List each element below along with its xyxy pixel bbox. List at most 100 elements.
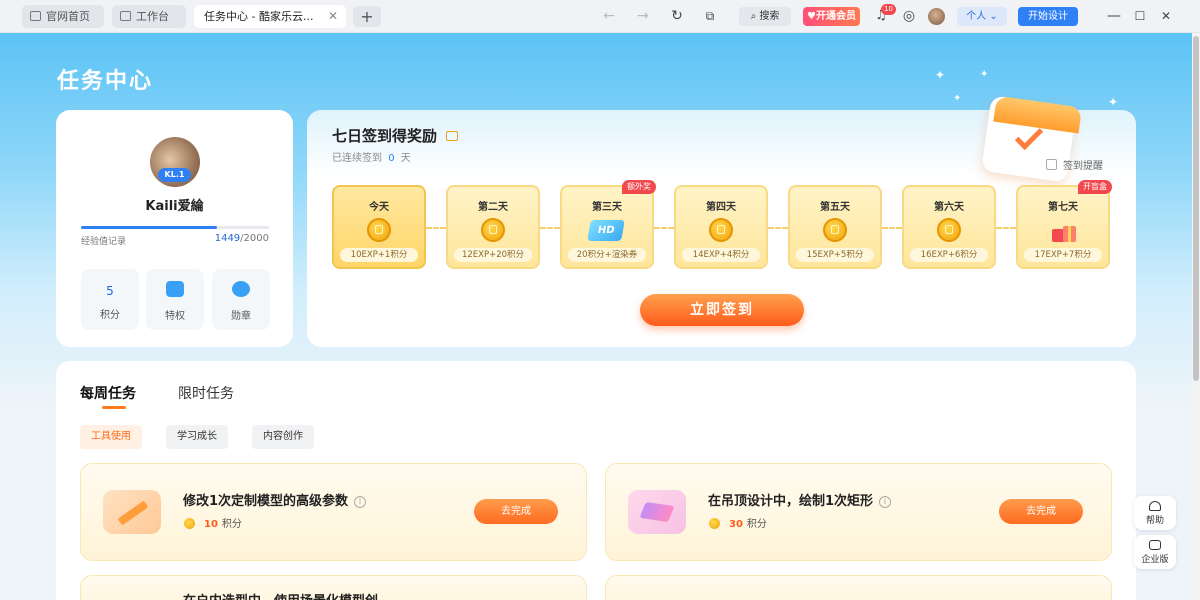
signin-day-6[interactable]: 第六天 16EXP+6积分 bbox=[902, 185, 996, 269]
help-label: 帮助 bbox=[1145, 516, 1164, 526]
vip-button[interactable]: ♥开通会员 bbox=[803, 7, 860, 26]
day-reward: 10EXP+1积分 bbox=[340, 248, 418, 262]
active-tab-indicator bbox=[102, 406, 126, 409]
task-complete-button[interactable]: 去完成 bbox=[474, 499, 558, 524]
signin-day-2[interactable]: 第二天 12EXP+20积分 bbox=[446, 185, 540, 269]
privilege-label: 特权 bbox=[165, 311, 185, 322]
signin-reminder-checkbox[interactable] bbox=[1046, 159, 1057, 170]
day-name: 第二天 bbox=[478, 202, 508, 213]
headset-icon bbox=[1149, 501, 1161, 511]
privilege-stat[interactable]: 特权 bbox=[146, 269, 204, 330]
sparkle-icon: ✦ bbox=[1108, 95, 1119, 109]
day-reward: 14EXP+4积分 bbox=[682, 248, 760, 262]
search-button[interactable]: ⌕ 搜索 bbox=[739, 7, 791, 26]
scrollbar[interactable] bbox=[1192, 33, 1200, 600]
browser-toolbar: 官网首页 工作台 任务中心 - 酷家乐云... ✕ + ← → ↻ ⧉ ⌕ 搜索… bbox=[0, 0, 1200, 33]
info-icon[interactable]: i bbox=[354, 496, 367, 508]
minimize-icon[interactable]: — bbox=[1103, 6, 1125, 26]
avatar[interactable] bbox=[928, 8, 945, 25]
coin-icon bbox=[823, 218, 847, 242]
vip-icon: ♥ bbox=[807, 11, 816, 22]
new-tab-button[interactable]: + bbox=[353, 6, 381, 27]
window-close-icon[interactable]: ✕ bbox=[1155, 6, 1177, 26]
task-points: 10 积分 bbox=[204, 519, 242, 530]
enterprise-label: 企业版 bbox=[1141, 555, 1169, 565]
points-value: 5 bbox=[106, 284, 114, 298]
day-reward: 12EXP+20积分 bbox=[454, 248, 532, 262]
chevron-down-icon: ⌄ bbox=[989, 11, 998, 22]
tab-weekly-tasks[interactable]: 每周任务 bbox=[80, 383, 136, 403]
exp-progress-track bbox=[81, 226, 269, 229]
building-icon bbox=[1149, 540, 1161, 550]
close-icon[interactable]: ✕ bbox=[328, 5, 338, 28]
coin-icon bbox=[709, 218, 733, 242]
day-name: 第七天 bbox=[1048, 202, 1078, 213]
streak-days: 0 bbox=[388, 153, 395, 164]
medal-stat[interactable]: 勋章 bbox=[212, 269, 270, 330]
info-icon[interactable]: i bbox=[879, 496, 892, 508]
gift-box-icon bbox=[1050, 221, 1078, 243]
day-reward: 16EXP+6积分 bbox=[910, 248, 988, 262]
sparkle-icon: ✦ bbox=[953, 93, 962, 104]
tab-limited-tasks[interactable]: 限时任务 bbox=[178, 383, 234, 403]
task-card: 在吊顶设计中，绘制1次矩形 i 30 积分 去完成 bbox=[605, 463, 1112, 561]
signin-reminder-label[interactable]: 签到提醒 bbox=[1063, 157, 1103, 172]
signin-day-4[interactable]: 第四天 14EXP+4积分 bbox=[674, 185, 768, 269]
forward-icon[interactable]: → bbox=[632, 6, 654, 26]
signin-day-5[interactable]: 第五天 15EXP+5积分 bbox=[788, 185, 882, 269]
day-name: 第四天 bbox=[706, 202, 736, 213]
category-content-creation[interactable]: 内容创作 bbox=[252, 425, 314, 449]
copy-icon[interactable]: ⧉ bbox=[699, 6, 721, 26]
back-icon[interactable]: ← bbox=[598, 6, 620, 26]
task-complete-button[interactable]: 去完成 bbox=[999, 499, 1083, 524]
task-points: 30 积分 bbox=[729, 519, 767, 530]
points-stat[interactable]: 5 积分 bbox=[81, 269, 139, 330]
signin-button[interactable]: 立即签到 bbox=[640, 294, 804, 326]
task-title: 在吊顶设计中，绘制1次矩形 i bbox=[708, 490, 892, 509]
bonus-badge: 额外奖 bbox=[622, 180, 656, 194]
workbench-icon bbox=[120, 11, 131, 21]
day-name: 第六天 bbox=[934, 202, 964, 213]
start-design-button[interactable]: 开始设计 bbox=[1018, 7, 1078, 26]
exp-progress-fill bbox=[81, 226, 218, 229]
exp-total: /2000 bbox=[240, 233, 269, 244]
refresh-icon[interactable]: ↻ bbox=[666, 6, 688, 26]
task-title: 在户内选型中，使用场景化模型创 bbox=[183, 590, 378, 600]
category-learning[interactable]: 学习成长 bbox=[166, 425, 228, 449]
task-card: 修改1次定制模型的高级参数 i 10 积分 去完成 bbox=[80, 463, 587, 561]
tab-task-center[interactable]: 任务中心 - 酷家乐云... ✕ bbox=[194, 5, 346, 28]
task-card: 在户内选型中，使用场景化模型创 bbox=[80, 575, 587, 600]
help-button[interactable]: 帮助 bbox=[1134, 496, 1176, 530]
exp-value: 1449/2000 bbox=[215, 233, 269, 244]
enterprise-button[interactable]: 企业版 bbox=[1134, 535, 1176, 569]
pencil-icon bbox=[103, 490, 161, 534]
exp-record-link[interactable]: 经验值记录 bbox=[81, 234, 126, 247]
task-card bbox=[605, 575, 1112, 600]
level-badge: KL.1 bbox=[158, 168, 191, 182]
hd-ticket-icon: HD bbox=[587, 220, 625, 241]
settings-icon[interactable]: ◎ bbox=[898, 6, 920, 26]
tab-workbench[interactable]: 工作台 bbox=[112, 5, 186, 28]
category-tool-usage[interactable]: 工具使用 bbox=[80, 425, 142, 449]
maximize-icon[interactable]: ☐ bbox=[1129, 6, 1151, 26]
medal-icon bbox=[232, 281, 250, 297]
coin-icon bbox=[937, 218, 961, 242]
task-title: 修改1次定制模型的高级参数 i bbox=[183, 490, 367, 509]
tab-home[interactable]: 官网首页 bbox=[22, 5, 104, 28]
blind-box-badge: 开盲盒 bbox=[1078, 180, 1112, 194]
notification-badge: 10 bbox=[881, 4, 896, 15]
day-reward: 15EXP+5积分 bbox=[796, 248, 874, 262]
signin-day-3[interactable]: 额外奖 第三天 HD 20积分+渲染券 bbox=[560, 180, 656, 269]
signin-day-1[interactable]: 今天 10EXP+1积分 bbox=[332, 185, 426, 269]
home-icon bbox=[30, 11, 41, 21]
points-label: 积分 bbox=[100, 310, 120, 321]
sparkle-icon: ✦ bbox=[935, 68, 946, 82]
search-icon: ⌕ bbox=[750, 11, 757, 22]
user-menu[interactable]: 个人 ⌄ bbox=[957, 7, 1007, 26]
page-title: 任务中心 bbox=[57, 69, 154, 94]
coin-icon bbox=[184, 518, 195, 529]
day-name: 今天 bbox=[369, 202, 389, 213]
exp-current: 1449 bbox=[214, 233, 241, 244]
scrollbar-thumb[interactable] bbox=[1193, 36, 1199, 381]
signin-day-7[interactable]: 开盲盒 第七天 17EXP+7积分 bbox=[1016, 180, 1112, 269]
